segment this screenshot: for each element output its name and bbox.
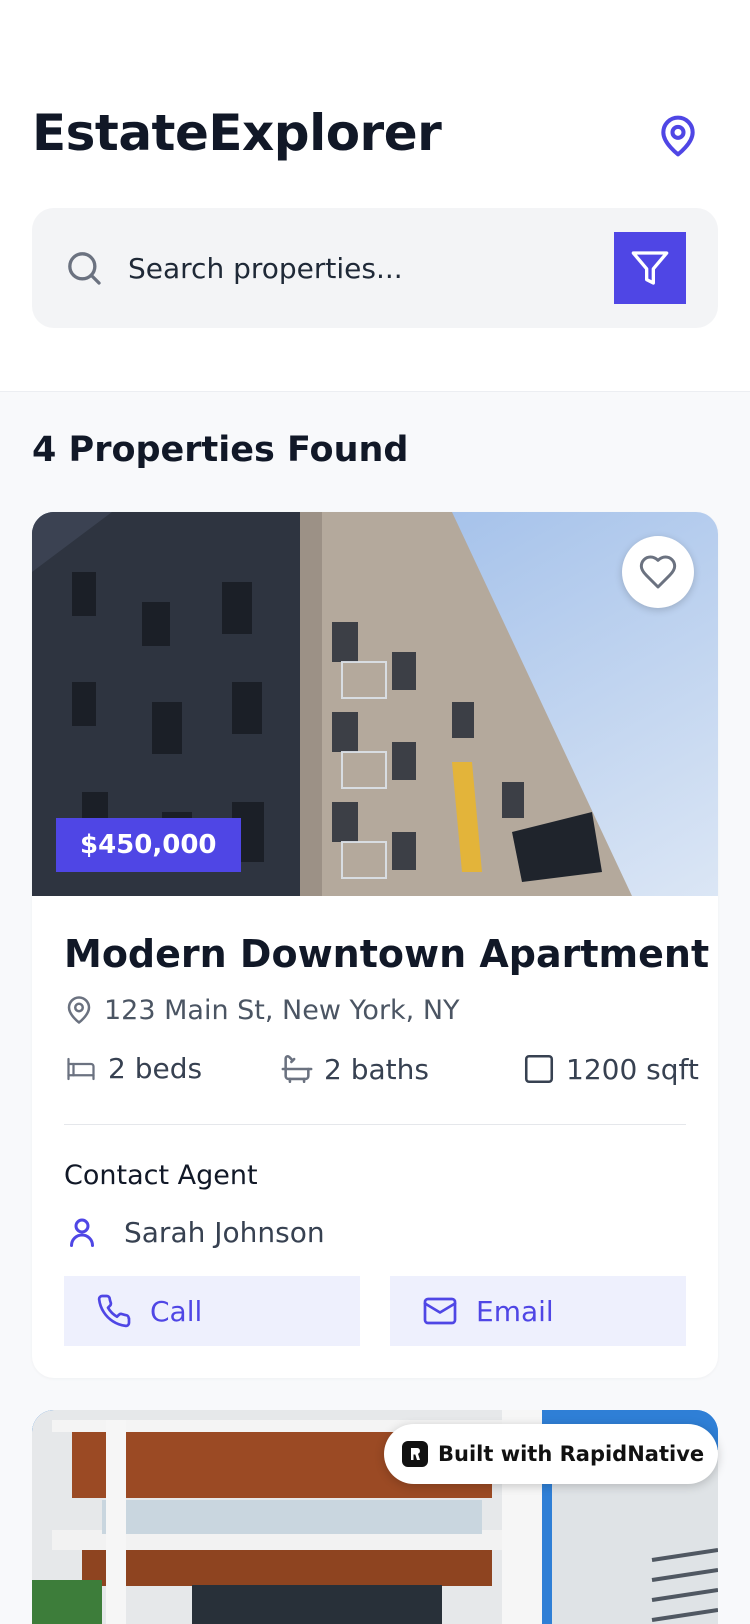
filter-icon (631, 251, 669, 285)
filter-button[interactable] (614, 232, 686, 304)
call-button[interactable]: Call (64, 1276, 360, 1346)
search-icon (68, 252, 101, 285)
email-label: Email (476, 1294, 554, 1328)
location-button[interactable] (652, 108, 704, 164)
built-with-badge[interactable]: Built with RapidNative (384, 1424, 718, 1484)
map-pin-icon (661, 115, 695, 157)
search-input[interactable] (128, 238, 588, 298)
address-row: 123 Main St, New York, NY (64, 994, 460, 1026)
map-pin-icon (67, 996, 91, 1024)
bed-icon (67, 1057, 95, 1080)
sqft-value: 1200 sqft (566, 1052, 699, 1086)
feature-beds: 2 beds (64, 1052, 202, 1085)
divider (64, 1124, 686, 1125)
property-card[interactable]: $450,000 Modern Downtown Apartment 123 M… (32, 512, 718, 1378)
email-button[interactable]: Email (390, 1276, 686, 1346)
agent-name: Sarah Johnson (124, 1215, 325, 1249)
bath-icon (281, 1054, 313, 1084)
mail-icon (423, 1297, 457, 1325)
contact-label: Contact Agent (64, 1160, 258, 1191)
square-icon (524, 1054, 554, 1084)
search-bar (32, 208, 718, 328)
results-count: 4 Properties Found (32, 430, 409, 470)
baths-count: 2 baths (324, 1052, 429, 1086)
heart-icon (639, 555, 677, 589)
app-title: EstateExplorer (32, 104, 442, 162)
rapidnative-logo-icon (402, 1441, 428, 1467)
app-header: EstateExplorer (0, 0, 750, 392)
price-tag: $450,000 (56, 818, 241, 872)
beds-count: 2 beds (108, 1052, 203, 1085)
call-label: Call (150, 1294, 203, 1328)
favorite-button[interactable] (622, 536, 694, 608)
user-icon (70, 1218, 94, 1247)
feature-baths: 2 baths (280, 1052, 429, 1086)
badge-text: Built with RapidNative (438, 1442, 705, 1466)
agent-row: Sarah Johnson (64, 1214, 325, 1250)
feature-sqft: 1200 sqft (522, 1052, 699, 1086)
property-title: Modern Downtown Apartment (64, 932, 710, 976)
property-address: 123 Main St, New York, NY (104, 994, 460, 1026)
phone-icon (97, 1294, 131, 1328)
